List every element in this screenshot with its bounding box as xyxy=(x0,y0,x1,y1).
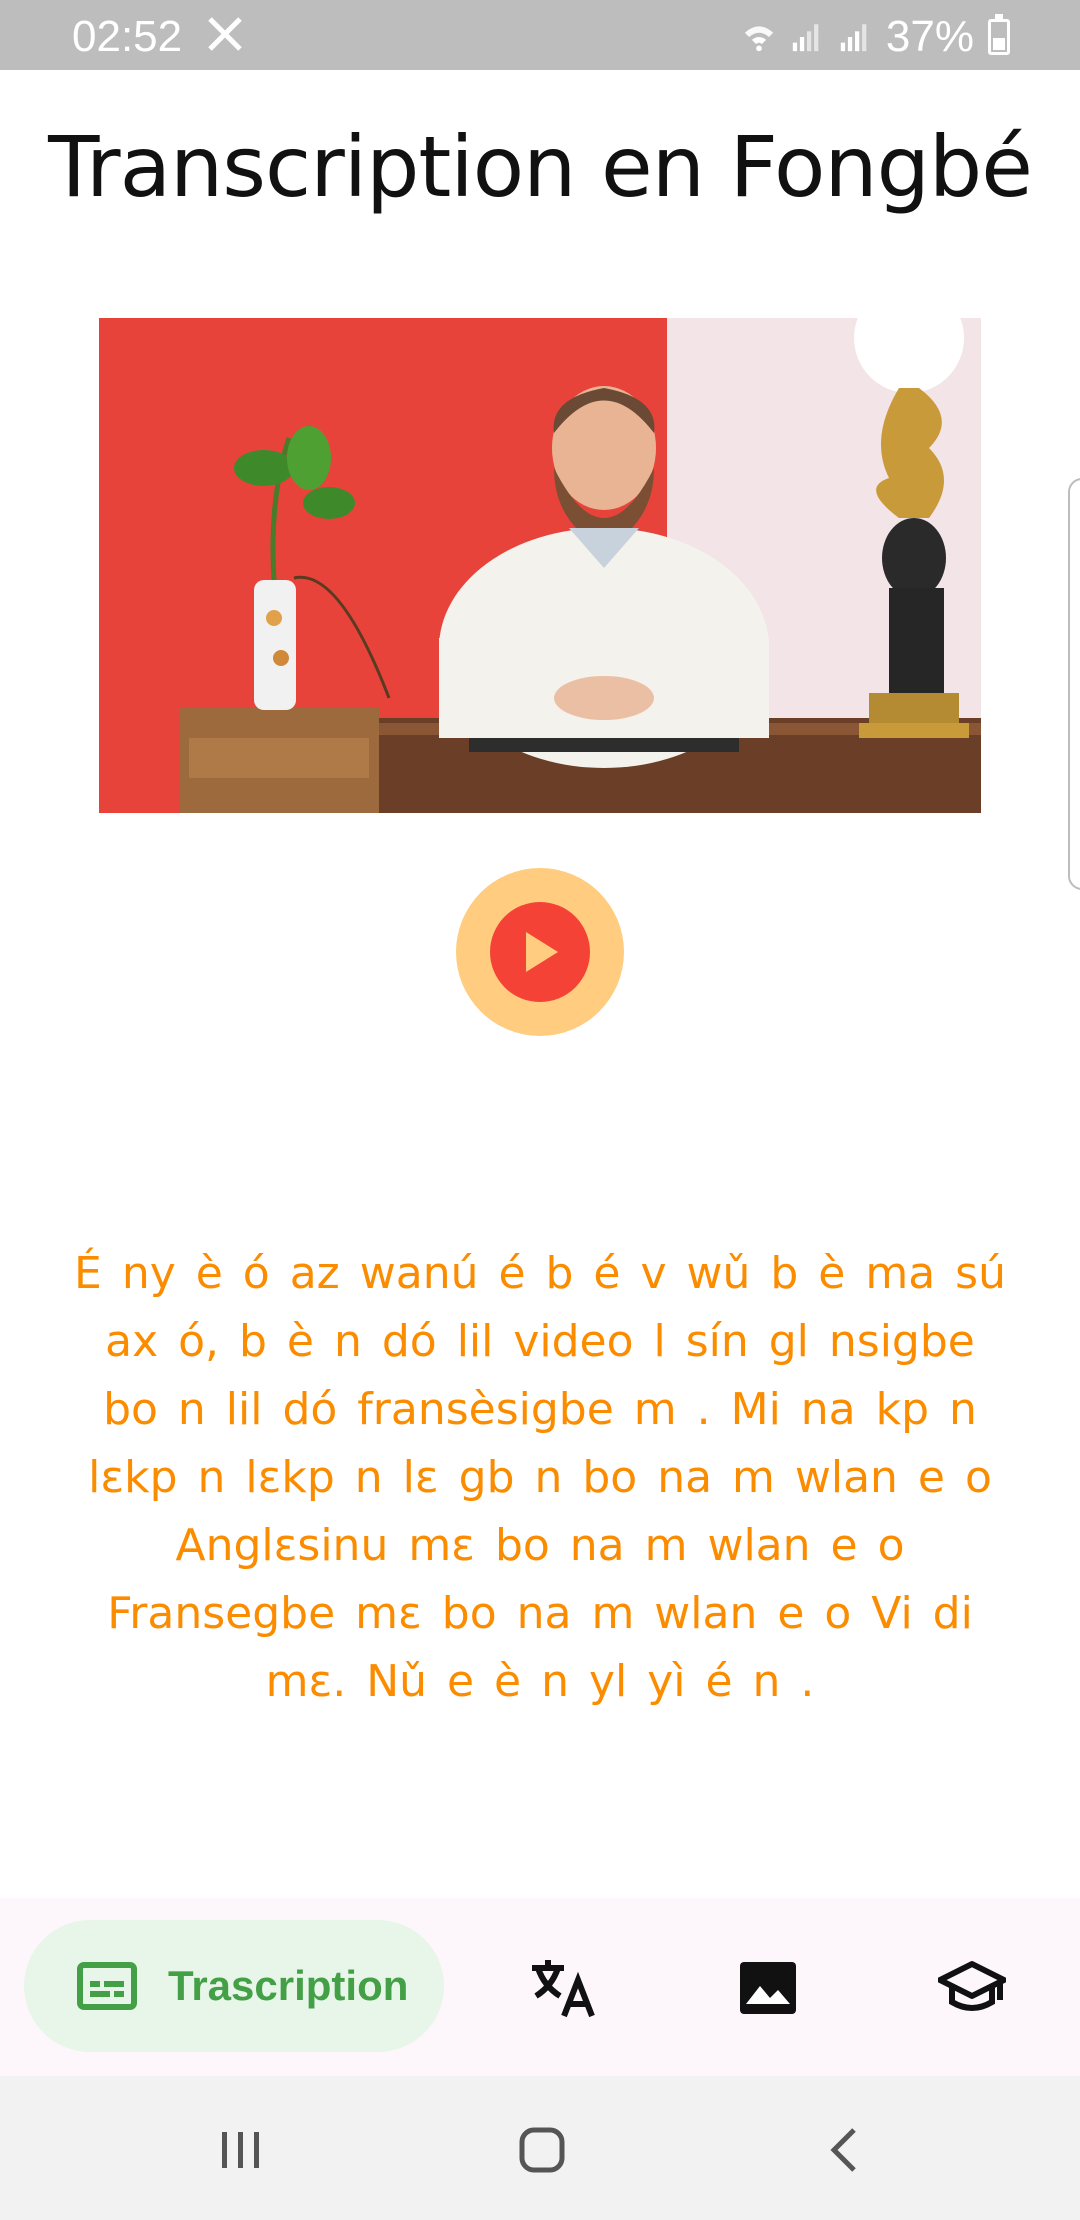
battery-percent: 37% xyxy=(885,12,974,61)
signal-icon xyxy=(840,24,867,52)
school-icon xyxy=(938,1961,1006,2011)
play-icon xyxy=(526,932,558,972)
play-button-inner xyxy=(490,902,590,1002)
status-icons: 37% xyxy=(742,12,1010,62)
video-thumbnail[interactable] xyxy=(99,318,981,813)
nav-item-image[interactable] xyxy=(730,1950,806,2026)
nav-item-transcription[interactable]: Trascription xyxy=(24,1920,444,2052)
recents-icon xyxy=(222,2132,259,2168)
transcript-text: É ny è ó az wanú é b é v wǔ b è ma sú ax… xyxy=(74,1248,1006,1707)
translate-icon xyxy=(532,1960,595,2018)
subtitles-icon xyxy=(77,1962,137,2010)
nav-item-transcription-label: Trascription xyxy=(168,1962,409,2009)
battery-icon xyxy=(988,14,1010,55)
play-button[interactable] xyxy=(456,868,624,1036)
page-title: Transcription en Fongbé xyxy=(48,118,1033,216)
back-icon xyxy=(830,2128,856,2172)
status-time: 02:52 xyxy=(72,12,183,61)
x-logo-icon xyxy=(208,17,242,51)
nav-item-learning[interactable] xyxy=(934,1950,1010,2026)
bottom-navigation: Trascription xyxy=(0,1898,1080,2076)
video-frame-image xyxy=(99,318,981,813)
nav-item-translate[interactable] xyxy=(526,1950,602,2026)
system-navigation-bar xyxy=(0,2076,1080,2220)
edge-panel-handle[interactable] xyxy=(1068,478,1080,890)
home-icon xyxy=(519,2127,565,2173)
image-icon xyxy=(740,1962,796,2014)
status-bar: 02:52 37% xyxy=(0,0,1080,70)
recents-button[interactable] xyxy=(210,2120,270,2180)
wifi-icon xyxy=(744,26,774,52)
back-button[interactable] xyxy=(814,2120,874,2180)
signal-icon xyxy=(792,24,819,52)
home-button[interactable] xyxy=(512,2120,572,2180)
